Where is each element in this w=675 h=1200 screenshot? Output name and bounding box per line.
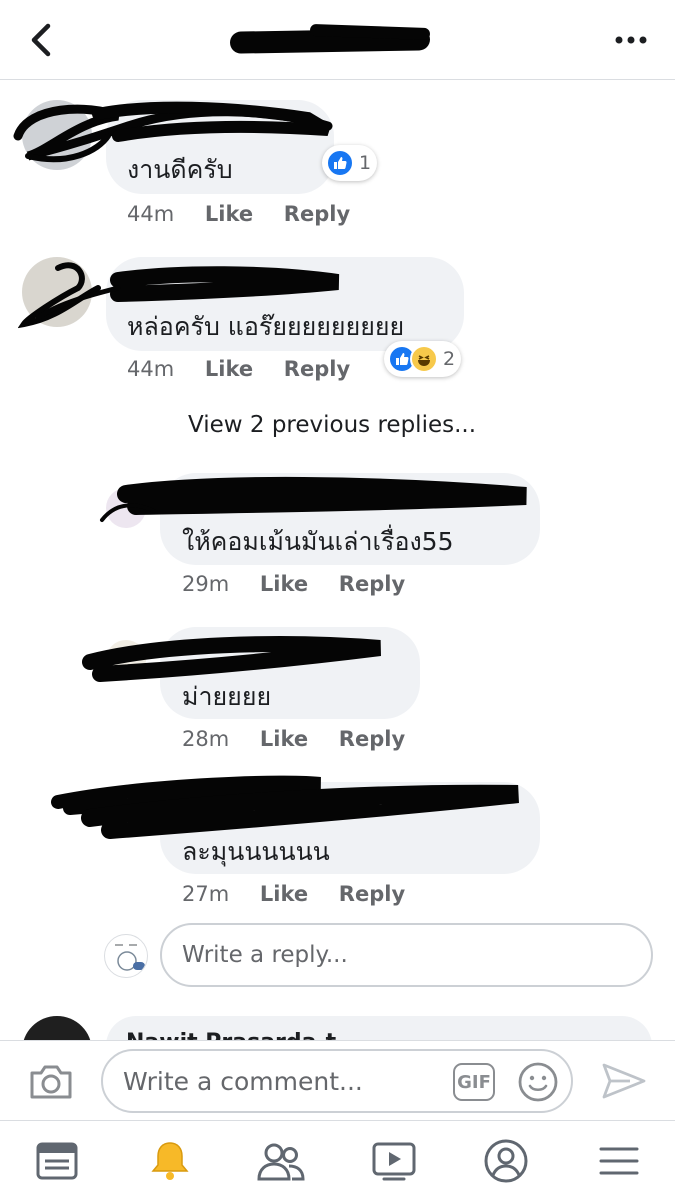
tab-friends[interactable] (253, 1133, 309, 1189)
view-previous-replies-link[interactable]: View 2 previous replies... (188, 412, 476, 438)
haha-reaction-icon (410, 345, 438, 373)
tab-profile[interactable] (478, 1133, 534, 1189)
more-dots-icon (615, 36, 647, 44)
reply-button[interactable]: Reply (339, 882, 405, 906)
reply-time: 28m (182, 727, 230, 751)
profile-icon (484, 1139, 528, 1183)
camera-icon (30, 1065, 72, 1099)
menu-icon (599, 1147, 639, 1175)
reply-button[interactable]: Reply (339, 727, 405, 751)
reply-time: 29m (182, 572, 230, 596)
news-feed-icon (36, 1142, 78, 1180)
comment-input-field[interactable]: GIF (101, 1049, 573, 1113)
tab-menu[interactable] (591, 1133, 647, 1189)
tab-news-feed[interactable] (29, 1133, 85, 1189)
comment-meta: 44m Like Reply (127, 357, 350, 381)
emoji-button[interactable] (517, 1061, 559, 1103)
tab-notifications[interactable] (142, 1133, 198, 1189)
reaction-count: 2 (443, 348, 456, 370)
comment-text: หล่อครับ แอร๊ยยยยยยยยย (127, 312, 405, 341)
reply-meta: 27m Like Reply (182, 882, 405, 906)
reply-meta: 28m Like Reply (182, 727, 405, 751)
reply-input[interactable] (162, 925, 651, 985)
bottom-tab-bar (0, 1120, 675, 1200)
like-button[interactable]: Like (260, 727, 308, 751)
notifications-icon (151, 1142, 189, 1180)
reply-input-field[interactable] (160, 923, 653, 987)
camera-button[interactable] (28, 1059, 74, 1103)
reply-button[interactable]: Reply (284, 357, 350, 381)
like-button[interactable]: Like (205, 202, 253, 226)
like-button[interactable]: Like (205, 357, 253, 381)
reply-button[interactable]: Reply (284, 202, 350, 226)
emoji-icon (518, 1062, 558, 1102)
comment-time: 44m (127, 202, 175, 226)
reply-text: ให้คอมเม้นมันเล่าเรื่อง55 (182, 527, 454, 556)
reply-button[interactable]: Reply (339, 572, 405, 596)
redacted-title (229, 23, 440, 54)
comment-time: 44m (127, 357, 175, 381)
friends-icon (257, 1143, 305, 1181)
comment-meta: 44m Like Reply (127, 202, 350, 226)
tab-watch[interactable] (366, 1133, 422, 1189)
comment-text: งานดีครับ (127, 155, 233, 184)
reaction-summary[interactable]: 2 (384, 341, 462, 377)
reply-text: ละมุนนนนนน (182, 837, 330, 866)
top-bar (0, 0, 675, 80)
send-icon (602, 1063, 646, 1099)
like-button[interactable]: Like (260, 572, 308, 596)
reply-text: ม่ายยยย (182, 682, 272, 711)
reaction-summary[interactable]: 1 (322, 145, 378, 181)
like-reaction-icon (326, 149, 354, 177)
send-button[interactable] (600, 1059, 648, 1103)
reaction-count: 1 (359, 152, 372, 174)
reply-meta: 29m Like Reply (182, 572, 405, 596)
like-button[interactable]: Like (260, 882, 308, 906)
back-chevron-icon (31, 23, 51, 57)
gif-button[interactable]: GIF (453, 1063, 495, 1101)
back-button[interactable] (22, 18, 62, 62)
reply-time: 27m (182, 882, 230, 906)
comment-input[interactable] (103, 1051, 443, 1111)
watch-icon (372, 1142, 416, 1181)
more-options-button[interactable] (606, 26, 656, 54)
comment-composer: GIF (0, 1040, 675, 1120)
current-user-avatar (104, 934, 148, 978)
